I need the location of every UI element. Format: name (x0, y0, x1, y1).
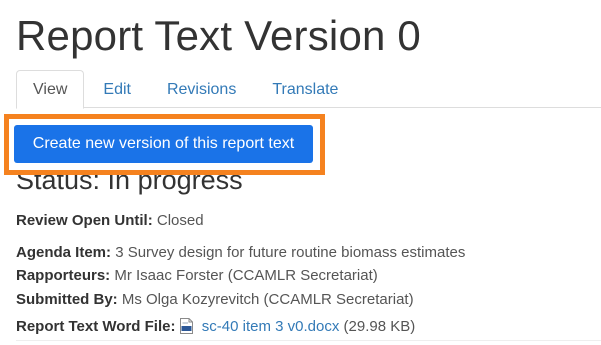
page-title: Report Text Version 0 (16, 12, 421, 59)
agenda-item-row: Agenda Item: 3 Survey design for future … (16, 243, 465, 263)
word-file-label: Report Text Word File: (16, 318, 176, 335)
word-file-row: Report Text Word File: sc-40 item 3 v0.d… (16, 315, 415, 337)
section-divider (16, 340, 601, 341)
word-file-link[interactable]: sc-40 item 3 v0.docx (202, 318, 340, 335)
agenda-item-value: 3 Survey design for future routine bioma… (115, 244, 466, 261)
tab-bar: View Edit Revisions Translate (16, 70, 601, 109)
word-file-size: (29.98 KB) (343, 318, 416, 335)
rapporteurs-row: Rapporteurs: Mr Isaac Forster (CCAMLR Se… (16, 266, 378, 286)
rapporteurs-value: Mr Isaac Forster (CCAMLR Secretariat) (114, 267, 378, 284)
rapporteurs-label: Rapporteurs: (16, 267, 111, 284)
tab-translate[interactable]: Translate (255, 70, 355, 108)
review-open-until-value: Closed (156, 212, 204, 229)
tab-view[interactable]: View (16, 70, 85, 109)
review-open-until-label: Review Open Until: (16, 212, 153, 229)
agenda-item-label: Agenda Item: (16, 244, 112, 261)
review-open-until-row: Review Open Until: Closed (16, 211, 204, 231)
create-new-version-button[interactable]: Create new version of this report text (14, 125, 313, 163)
submitted-by-label: Submitted By: (16, 291, 118, 308)
submitted-by-value: Ms Olga Kozyrevitch (CCAMLR Secretariat) (121, 291, 414, 308)
tab-revisions[interactable]: Revisions (150, 70, 253, 108)
submitted-by-row: Submitted By: Ms Olga Kozyrevitch (CCAML… (16, 290, 414, 310)
doc-file-icon (179, 318, 193, 334)
tab-edit[interactable]: Edit (86, 70, 148, 108)
